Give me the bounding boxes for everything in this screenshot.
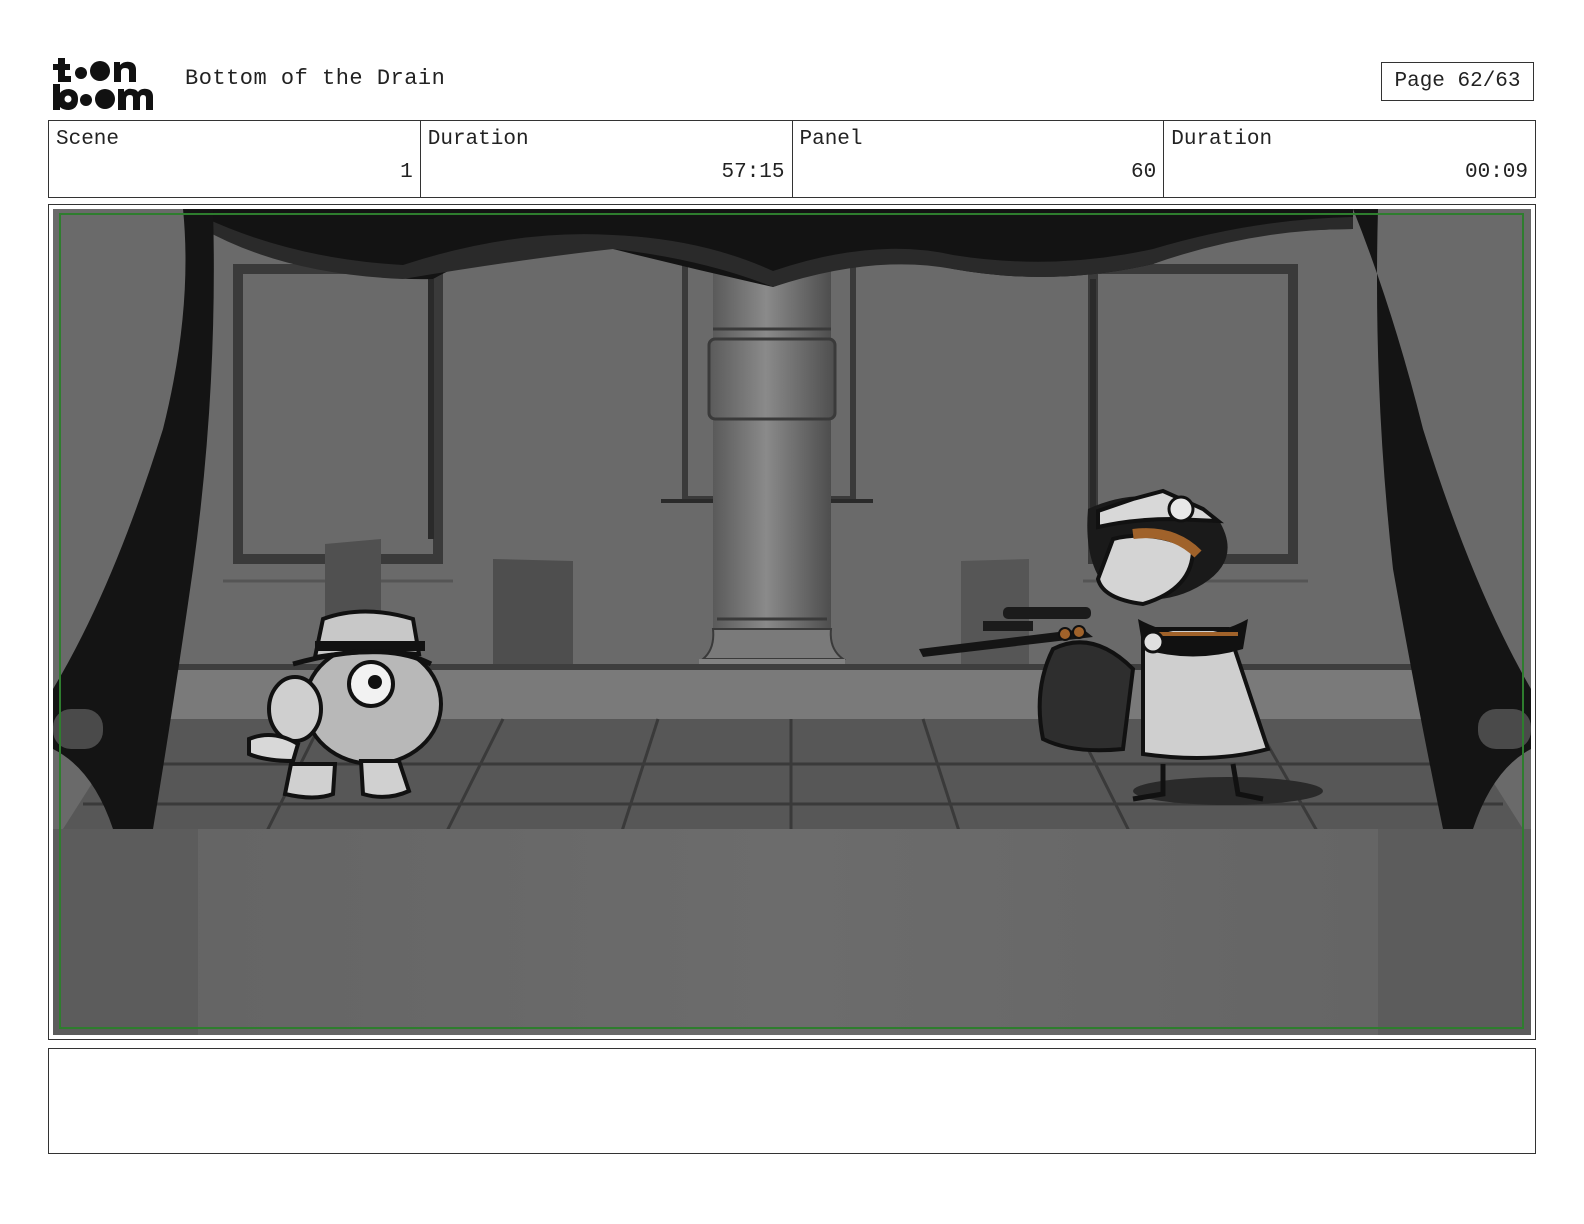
- toon-boom-logo: [52, 52, 162, 112]
- project-title: Bottom of the Drain: [185, 66, 446, 91]
- scene-value: 1: [400, 161, 413, 184]
- scene-duration-label: Duration: [427, 128, 529, 151]
- panel-duration-value: 00:09: [1464, 161, 1528, 184]
- panel-notes-box: [48, 1048, 1536, 1154]
- scene-label: Scene: [56, 128, 120, 151]
- panel-duration-label: Duration: [1171, 128, 1273, 151]
- panel-cell: Panel 60: [793, 121, 1165, 197]
- page-number: Page 62/63: [1381, 62, 1534, 101]
- toon-boom-logo-icon: [53, 58, 153, 110]
- scene-duration-cell: Duration 57:15: [421, 121, 793, 197]
- scene-info-table: Scene 1 Duration 57:15 Panel 60 Duration…: [48, 120, 1536, 198]
- storyboard-panel-frame: [48, 204, 1536, 1040]
- panel-duration-cell: Duration 00:09: [1164, 121, 1535, 197]
- panel-value: 60: [1131, 161, 1157, 184]
- scene-cell: Scene 1: [49, 121, 421, 197]
- page-number-label: Page 62/63: [1394, 70, 1521, 93]
- scene-duration-value: 57:15: [721, 161, 785, 184]
- storyboard-panel-image: [53, 209, 1531, 1035]
- panel-label: Panel: [799, 128, 863, 151]
- stage-scene-drawing: [53, 209, 1531, 1035]
